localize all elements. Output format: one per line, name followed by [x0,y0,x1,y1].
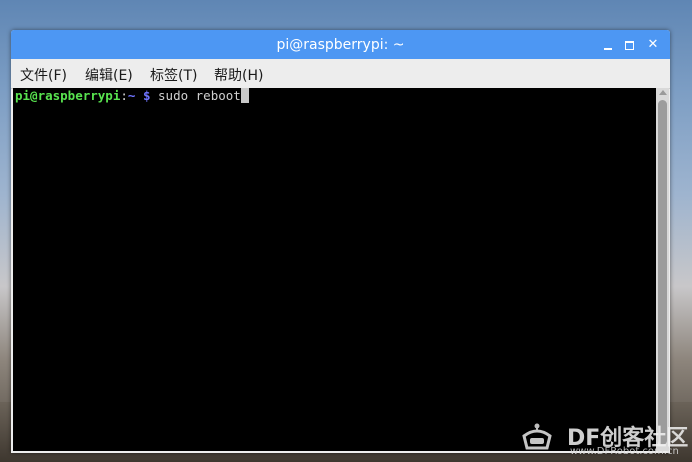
title-bar[interactable]: pi@raspberrypi: ~ ✕ [11,30,670,59]
menu-bar: 文件(F) 编辑(E) 标签(T) 帮助(H) [11,59,670,89]
terminal-line: pi@raspberrypi:~ $ sudo reboot [15,88,249,104]
scroll-thumb[interactable] [658,100,667,445]
window-title: pi@raspberrypi: ~ [276,37,405,53]
prompt-user: pi@raspberrypi [15,88,121,103]
minimize-icon [604,48,612,50]
terminal-area[interactable]: pi@raspberrypi:~ $ sudo reboot [13,88,656,451]
prompt-colon: : [120,88,128,103]
close-icon: ✕ [647,37,659,52]
vertical-scrollbar[interactable] [656,88,669,451]
menu-file[interactable]: 文件(F) [20,65,67,85]
scroll-up-icon[interactable] [659,90,667,95]
text-cursor [240,88,249,103]
menu-tabs[interactable]: 标签(T) [150,65,197,85]
menu-help[interactable]: 帮助(H) [214,65,263,85]
maximize-icon [625,41,634,50]
watermark: DF创客社区 www.DFRobot.com.cn [515,416,692,462]
dfrobot-logo [522,423,552,450]
maximize-button[interactable] [622,37,638,53]
minimize-button[interactable] [600,37,616,53]
prompt-path: ~ [127,88,136,103]
terminal-window: pi@raspberrypi: ~ ✕ 文件(F) 编辑(E) 标签(T) 帮助… [11,30,670,453]
command-text: sudo reboot [158,88,241,103]
watermark-url: www.DFRobot.com.cn [570,446,679,457]
menu-edit[interactable]: 编辑(E) [85,65,133,85]
close-button[interactable]: ✕ [645,37,661,53]
prompt-dollar: $ [142,88,151,103]
